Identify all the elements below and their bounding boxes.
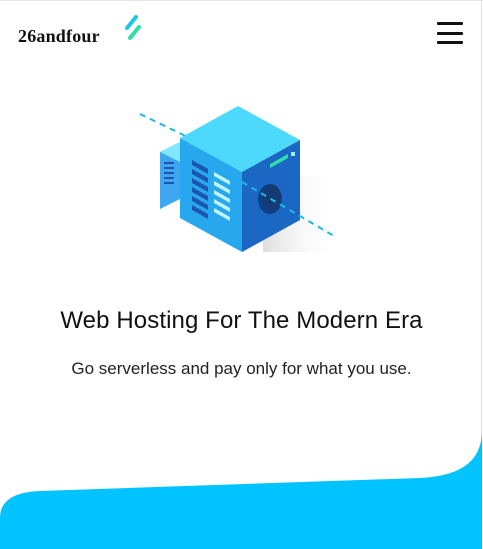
right-border — [481, 0, 482, 470]
top-border — [0, 0, 483, 1]
menu-bar — [437, 31, 463, 35]
page: 26andfour Web Hosting For The Modern Era… — [0, 0, 483, 549]
server-cube-illustration — [139, 106, 338, 252]
site-header: 26andfour — [0, 12, 483, 56]
hero-subtitle: Go serverless and pay only for what you … — [71, 359, 412, 378]
hamburger-menu-icon[interactable] — [437, 22, 463, 44]
hero-title: Web Hosting For The Modern Era — [60, 307, 423, 334]
brand-name: 26andfour — [18, 25, 100, 46]
decorative-wave — [0, 430, 482, 549]
menu-bar — [437, 22, 463, 25]
brand-link[interactable]: 26andfour — [18, 12, 142, 56]
lightning-bolt-icon — [124, 15, 141, 40]
menu-bar — [437, 41, 463, 44]
